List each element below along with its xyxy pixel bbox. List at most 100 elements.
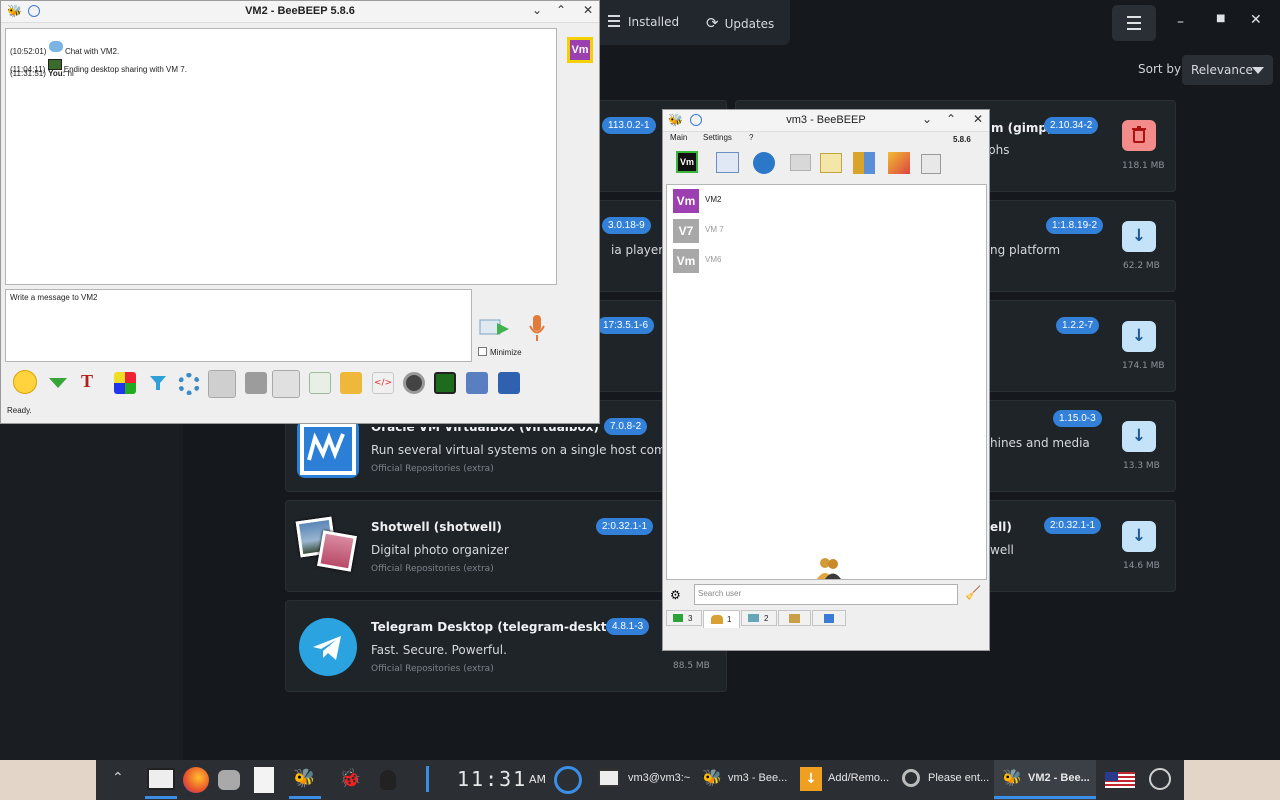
- tab-count: 2: [764, 614, 769, 623]
- menu-settings[interactable]: Settings: [703, 133, 732, 142]
- taskbar-item-beebeep-main[interactable]: vm3 - Bee...: [728, 772, 787, 784]
- password-icon: [902, 769, 920, 787]
- trash-icon[interactable]: [921, 154, 941, 174]
- update-icon[interactable]: [888, 152, 910, 174]
- user-row-vm7[interactable]: V7 VM 7: [671, 216, 991, 244]
- chat-window-titlebar[interactable]: 🐝 VM2 - BeeBEEP 5.8.6 ⌄ ⌃ ✕: [1, 1, 599, 23]
- maximize-window-button[interactable]: ■: [1216, 13, 1225, 24]
- avatar[interactable]: Vm: [567, 37, 593, 63]
- package-card[interactable]: Telegram Desktop (telegram-desktop) 4.8.…: [285, 600, 727, 692]
- user-list[interactable]: Vm VM2 V7 VM 7 Vm VM6: [666, 184, 987, 580]
- microphone-button[interactable]: [527, 313, 547, 343]
- home-icon[interactable]: [790, 154, 811, 171]
- menu-button[interactable]: [1112, 5, 1156, 41]
- network-icon[interactable]: [753, 152, 775, 174]
- message-time: (11:31:51): [10, 69, 46, 78]
- file-icon[interactable]: [254, 767, 274, 793]
- send-button[interactable]: [479, 315, 511, 341]
- package-card[interactable]: Shotwell (shotwell) 2:0.32.1-1 Digital p…: [285, 500, 727, 592]
- updates-tab[interactable]: ⟳ Updates: [706, 14, 774, 32]
- message-icon[interactable]: [820, 153, 842, 173]
- search-user-input[interactable]: Search user: [694, 584, 958, 605]
- terminal-launcher-icon[interactable]: [147, 768, 175, 790]
- taskbar-item-terminal[interactable]: vm3@vm3:~: [628, 772, 690, 784]
- message-input[interactable]: Write a message to VM2: [5, 289, 472, 362]
- screenshot-icon[interactable]: [403, 372, 425, 394]
- compact-view-icon[interactable]: [272, 370, 300, 398]
- status-avatar-icon[interactable]: Vm: [676, 151, 698, 173]
- sort-dropdown[interactable]: Relevance: [1182, 55, 1273, 85]
- close-icon[interactable]: ✕: [973, 112, 983, 126]
- trash-icon: [1132, 126, 1146, 143]
- tab-users[interactable]: 1: [703, 610, 740, 628]
- checkbox-icon: [478, 347, 487, 356]
- send-file-icon[interactable]: [309, 372, 331, 394]
- minimize-checkbox[interactable]: Minimize: [478, 347, 522, 357]
- chevron-up-icon[interactable]: ⌃: [112, 770, 124, 786]
- menu-main[interactable]: Main: [670, 133, 687, 142]
- refresh-icon: ⟳: [706, 14, 719, 32]
- menu-help[interactable]: ?: [749, 133, 753, 142]
- filter-icon[interactable]: [149, 374, 167, 392]
- font-icon[interactable]: T: [81, 371, 93, 392]
- clear-search-icon[interactable]: 🧹: [965, 586, 981, 601]
- circle-app-icon[interactable]: [554, 766, 582, 794]
- clock[interactable]: 11:31: [457, 767, 527, 791]
- package-repo: Official Repositories (extra): [371, 564, 494, 574]
- plugin-icon[interactable]: [853, 152, 875, 174]
- package-size: 118.1 MB: [1122, 161, 1165, 171]
- notes-icon[interactable]: [466, 372, 488, 394]
- bee-icon[interactable]: 🐝: [293, 768, 315, 789]
- arrow-down-icon: ↓: [1131, 226, 1147, 246]
- save-icon[interactable]: [498, 372, 520, 394]
- bug-icon[interactable]: 🐞: [339, 768, 361, 789]
- close-window-button[interactable]: ✕: [1250, 12, 1262, 28]
- spellcheck-icon[interactable]: [245, 372, 267, 394]
- tab-file-transfer[interactable]: [812, 610, 846, 626]
- profile-icon[interactable]: [716, 152, 739, 173]
- chevron-down-icon[interactable]: ⌄: [922, 112, 932, 126]
- save-chat-icon[interactable]: [208, 370, 236, 398]
- taskbar-item-add-remove[interactable]: Add/Remo...: [828, 772, 889, 784]
- emoticon-icon[interactable]: [13, 370, 37, 394]
- package-size: 14.6 MB: [1123, 561, 1160, 571]
- chevron-up-icon[interactable]: ⌃: [556, 3, 566, 17]
- user-row-vm2[interactable]: Vm VM2: [671, 186, 991, 214]
- settings-gear-icon[interactable]: [178, 373, 200, 395]
- package-description: hines and media: [990, 436, 1090, 450]
- send-folder-icon[interactable]: [340, 372, 362, 394]
- html-icon[interactable]: </>: [372, 372, 394, 394]
- power-icon[interactable]: [1149, 768, 1171, 790]
- tab-chats[interactable]: 3: [666, 610, 702, 626]
- download-button[interactable]: ↓: [1122, 321, 1156, 352]
- tab-groups[interactable]: 2: [741, 610, 777, 626]
- microphone-tray-icon[interactable]: [380, 770, 396, 790]
- terminal-icon: [598, 769, 620, 787]
- chat-icon: [673, 614, 683, 622]
- taskbar-item-please-enter[interactable]: Please ent...: [928, 772, 989, 784]
- package-size: 13.3 MB: [1123, 461, 1160, 471]
- firefox-icon[interactable]: [183, 767, 209, 793]
- close-icon[interactable]: ✕: [583, 3, 593, 17]
- tab-workgroups[interactable]: [778, 610, 811, 626]
- taskbar-item-beebeep-chat[interactable]: VM2 - Bee...: [1028, 772, 1090, 784]
- chevron-up-icon[interactable]: ⌃: [946, 112, 956, 126]
- download-button[interactable]: ↓: [1122, 521, 1156, 552]
- chat-history[interactable]: (10:52:01) Chat with VM2. (11:04:11) End…: [5, 28, 557, 285]
- us-flag-icon[interactable]: [1105, 772, 1135, 788]
- installed-tab[interactable]: Installed: [608, 15, 679, 29]
- download-button[interactable]: ↓: [1122, 421, 1156, 452]
- download-chat-icon[interactable]: [47, 375, 69, 389]
- active-indicator: [289, 796, 321, 799]
- desktop-share-icon[interactable]: [434, 372, 456, 394]
- gimp-icon[interactable]: [218, 770, 240, 790]
- package-description: ia player: [611, 243, 664, 257]
- download-button[interactable]: ↓: [1122, 221, 1156, 252]
- volume-icon[interactable]: [426, 766, 429, 792]
- remove-button[interactable]: [1122, 120, 1156, 151]
- user-row-vm6[interactable]: Vm VM6: [671, 246, 991, 274]
- chevron-down-icon[interactable]: ⌄: [532, 3, 542, 17]
- minimize-window-button[interactable]: –: [1177, 14, 1184, 30]
- main-window-titlebar[interactable]: 🐝 vm3 - BeeBEEP ⌄ ⌃ ✕: [663, 110, 989, 132]
- color-icon[interactable]: [114, 372, 136, 394]
